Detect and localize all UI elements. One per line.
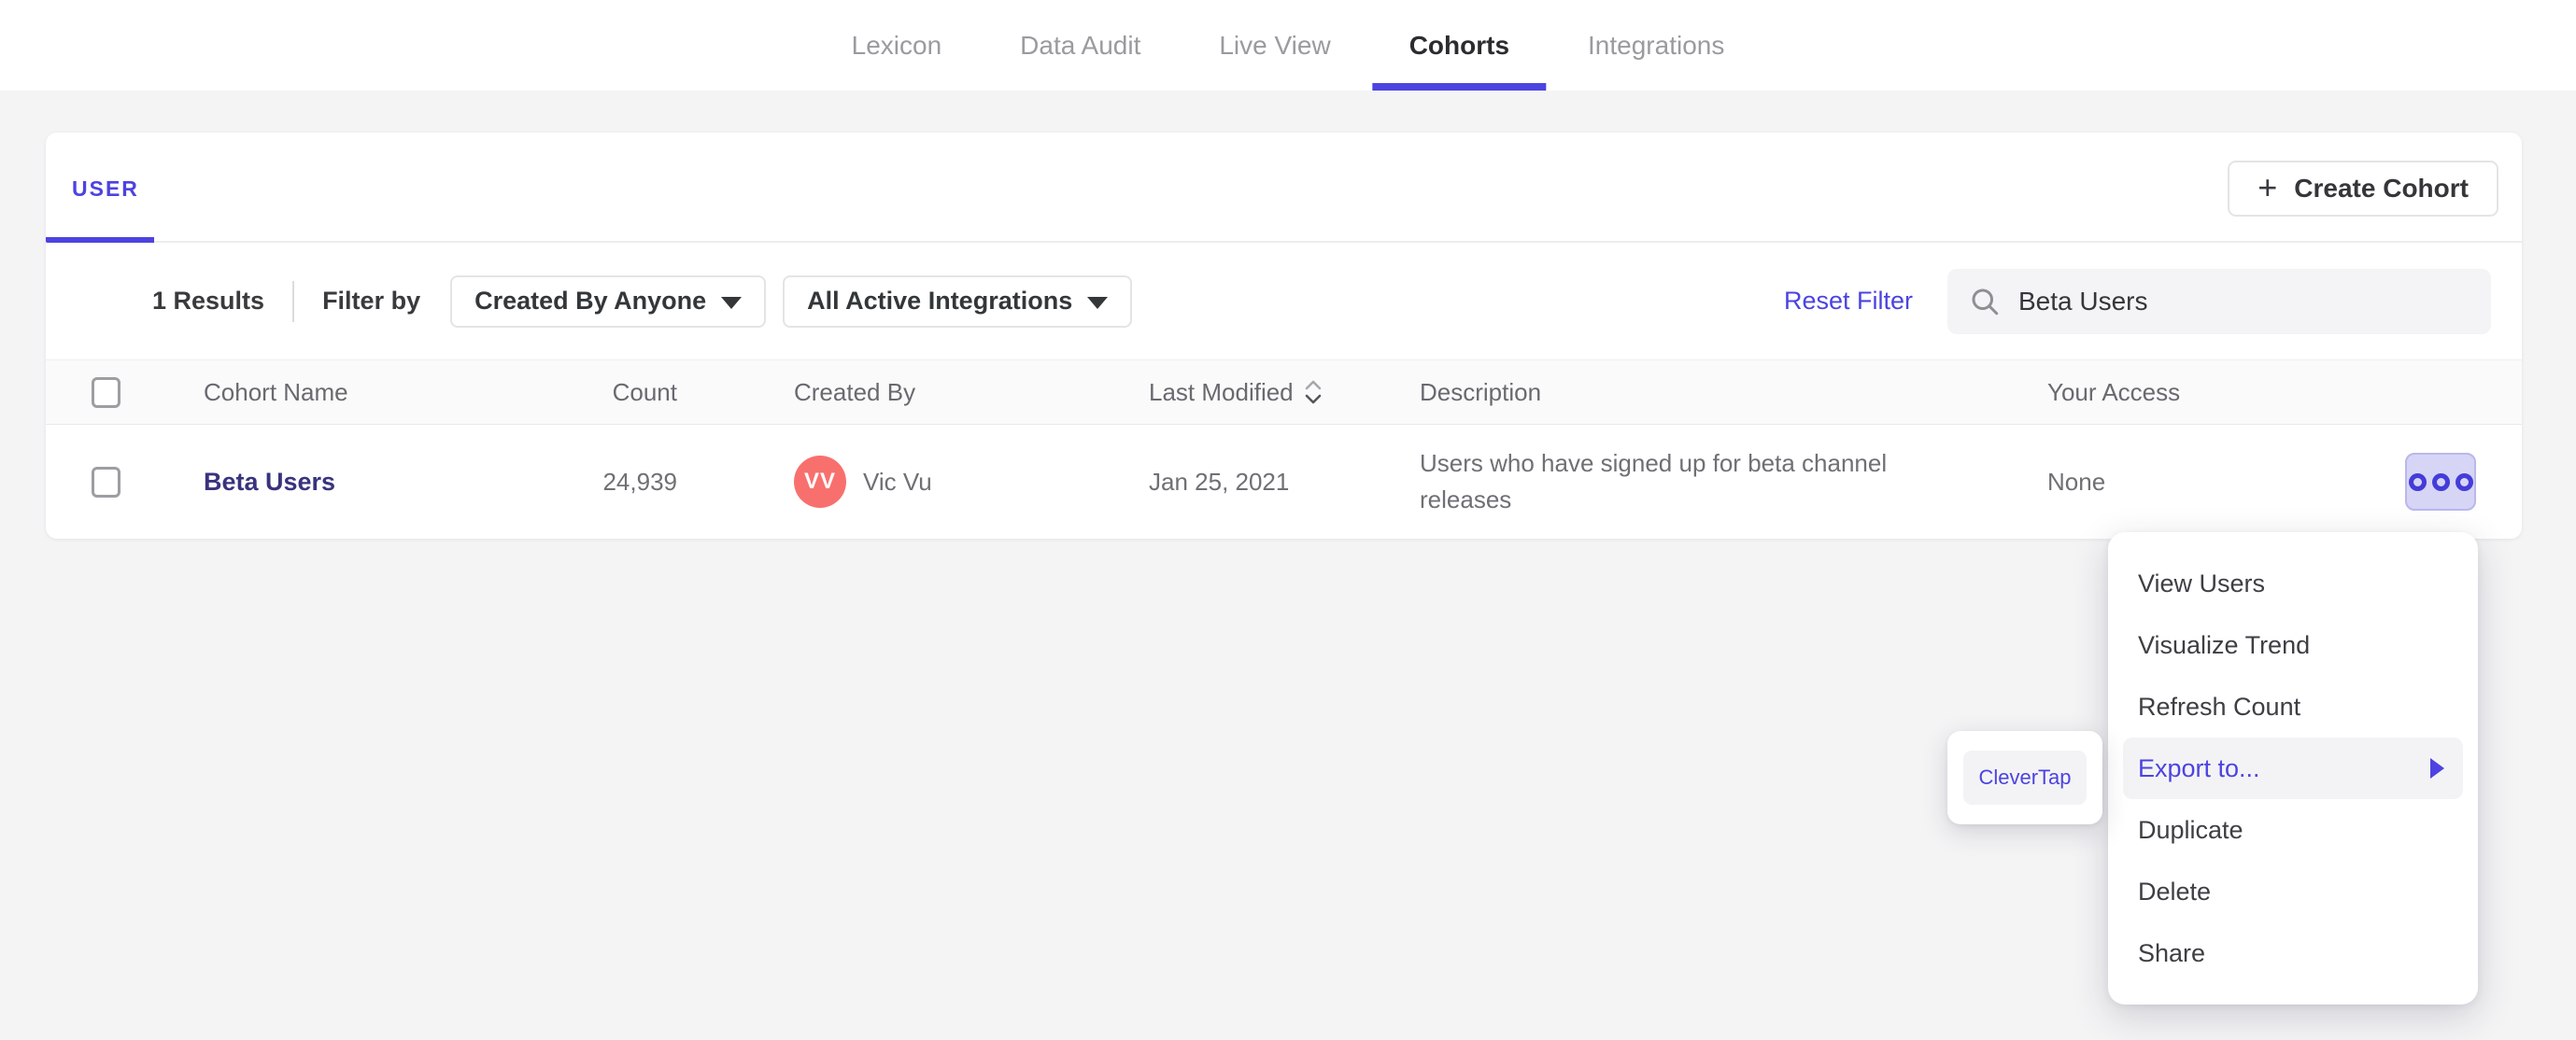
create-cohort-button[interactable]: + Create Cohort [2228, 161, 2498, 217]
created-by-dropdown-value: Created By Anyone [474, 287, 707, 315]
created-by-dropdown[interactable]: Created By Anyone [450, 274, 767, 328]
menu-item-refresh-count[interactable]: Refresh Count [2108, 676, 2478, 738]
reset-filter-link[interactable]: Reset Filter [1784, 287, 1913, 316]
row-checkbox-cell [46, 466, 158, 498]
avatar: VV [794, 456, 846, 508]
card-tab-bar: USER + Create Cohort [46, 133, 2522, 243]
menu-item-export-to-label: Export to... [2138, 753, 2260, 782]
actions-cell [2242, 453, 2522, 511]
cohort-name-link[interactable]: Beta Users [204, 468, 335, 496]
tab-user-underline [46, 237, 154, 243]
export-submenu: CleverTap [1947, 731, 2102, 824]
header-last-modified[interactable]: Last Modified [1149, 377, 1420, 407]
menu-item-view-users[interactable]: View Users [2108, 553, 2478, 614]
row-context-menu: View Users Visualize Trend Refresh Count… [2108, 532, 2478, 1005]
table-row: Beta Users 24,939 VV Vic Vu Jan 25, 2021… [46, 425, 2522, 539]
dot-icon [2455, 472, 2473, 491]
header-last-modified-label: Last Modified [1149, 377, 1294, 406]
created-by-cell: VV Vic Vu [677, 456, 1149, 508]
nav-tabs: Lexicon Data Audit Live View Cohorts Int… [852, 0, 1725, 91]
created-by-name: Vic Vu [863, 467, 932, 496]
select-all-checkbox[interactable] [92, 376, 120, 408]
header-created-by: Created By [794, 377, 916, 406]
filter-bar: 1 Results Filter by Created By Anyone Al… [46, 243, 2522, 359]
search-input[interactable] [2018, 286, 2470, 316]
integrations-dropdown[interactable]: All Active Integrations [783, 274, 1133, 328]
nav-tab-cohorts[interactable]: Cohorts [1409, 0, 1509, 91]
divider [292, 280, 295, 322]
submenu-arrow-icon [2430, 758, 2444, 779]
cohort-name-cell: Beta Users [158, 468, 584, 497]
count-cell: 24,939 [602, 467, 677, 496]
header-count: Count [612, 377, 677, 406]
access-cell: None [2047, 467, 2106, 496]
tab-user[interactable]: USER [72, 176, 139, 202]
filter-by-label: Filter by [322, 287, 421, 315]
chevron-down-icon [1087, 296, 1109, 309]
nav-tab-live-view[interactable]: Live View [1219, 0, 1330, 91]
header-checkbox-cell [46, 376, 158, 408]
nav-tab-lexicon[interactable]: Lexicon [852, 0, 942, 91]
header-description: Description [1420, 377, 1542, 406]
cohorts-card: USER + Create Cohort 1 Results Filter by… [46, 133, 2522, 539]
description-cell: Users who have signed up for beta channe… [1420, 449, 1888, 513]
plus-icon: + [2258, 167, 2278, 206]
menu-item-duplicate[interactable]: Duplicate [2108, 799, 2478, 861]
nav-tab-integrations[interactable]: Integrations [1588, 0, 1724, 91]
top-navigation: Lexicon Data Audit Live View Cohorts Int… [0, 0, 2576, 91]
results-count: 1 Results [152, 287, 265, 315]
menu-item-export-to[interactable]: Export to... [2123, 738, 2463, 799]
chevron-down-icon [721, 296, 743, 309]
row-checkbox[interactable] [92, 466, 120, 498]
menu-item-delete[interactable]: Delete [2108, 861, 2478, 922]
last-modified-cell: Jan 25, 2021 [1149, 467, 1290, 496]
menu-item-share[interactable]: Share [2108, 922, 2478, 984]
integrations-dropdown-value: All Active Integrations [807, 287, 1073, 315]
row-actions-button[interactable] [2405, 453, 2476, 511]
header-cohort-name: Cohort Name [204, 377, 348, 406]
table-header: Cohort Name Count Created By Last Modifi… [46, 359, 2522, 425]
search-icon [1972, 288, 1999, 315]
dot-icon [2431, 472, 2450, 491]
menu-item-visualize-trend[interactable]: Visualize Trend [2108, 614, 2478, 676]
nav-tab-data-audit[interactable]: Data Audit [1020, 0, 1140, 91]
search-box[interactable] [1947, 268, 2491, 334]
create-cohort-label: Create Cohort [2294, 174, 2469, 203]
cohorts-page: Lexicon Data Audit Live View Cohorts Int… [0, 0, 2576, 1040]
header-your-access: Your Access [2047, 377, 2181, 406]
submenu-item-clevertap[interactable]: CleverTap [1963, 751, 2087, 805]
sort-icon [1305, 380, 1321, 404]
dot-icon [2408, 472, 2427, 491]
